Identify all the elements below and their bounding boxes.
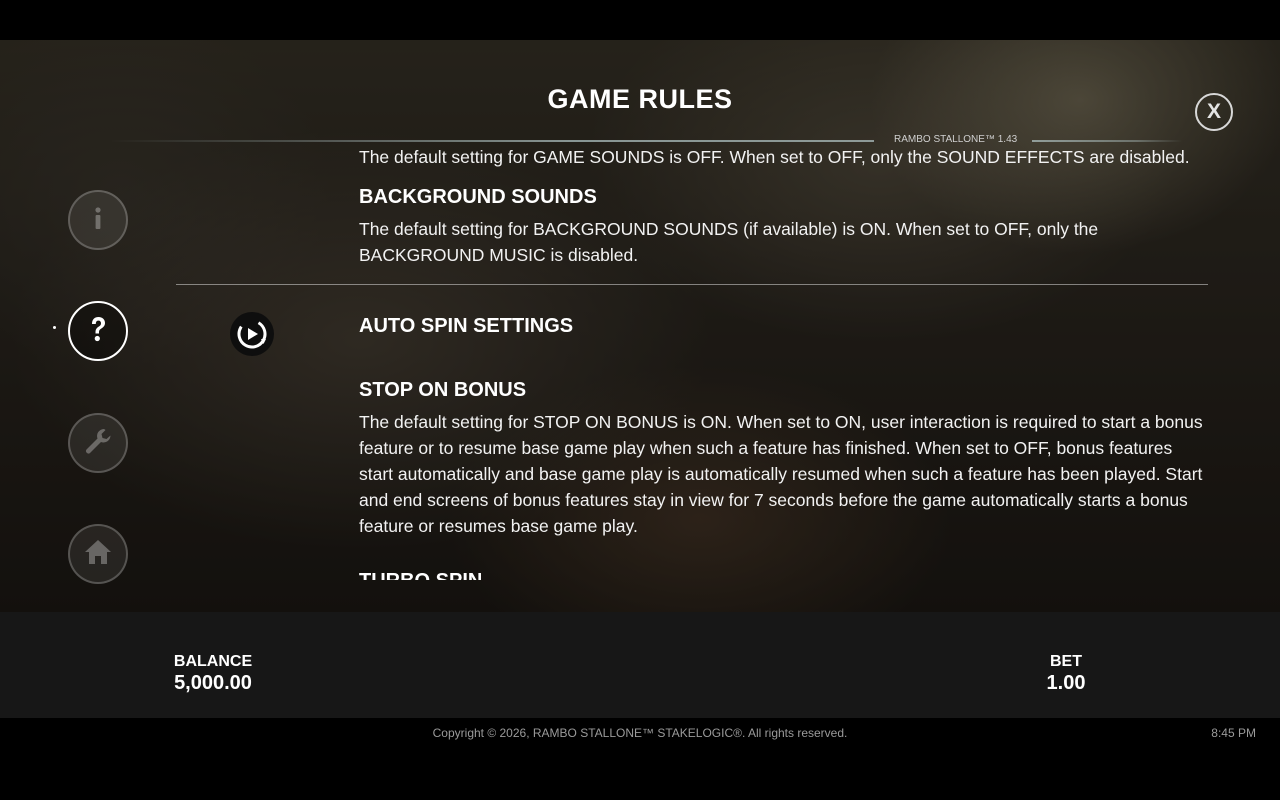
balance-display: BALANCE 5,000.00 <box>148 653 278 695</box>
auto-spin-heading: AUTO SPIN SETTINGS <box>359 315 574 337</box>
clock: 8:45 PM <box>1211 726 1256 740</box>
header-divider-right <box>1032 140 1182 142</box>
close-button[interactable]: X <box>1195 93 1233 131</box>
nav-info-button[interactable] <box>68 190 128 250</box>
bottom-bar: BALANCE 5,000.00 BET 1.00 <box>0 612 1280 718</box>
autospin-icon <box>230 312 274 356</box>
copyright-text: Copyright © 2026, RAMBO STALLONE™ STAKEL… <box>432 726 848 740</box>
game-version: RAMBO STALLONE™ 1.43 <box>894 134 1018 145</box>
info-icon <box>83 203 113 238</box>
balance-label: BALANCE <box>173 653 253 670</box>
turbo-spin-heading: TURBO SPIN <box>359 570 1204 580</box>
background-sounds-heading: BACKGROUND SOUNDS <box>359 186 597 208</box>
background-sounds-text: The default setting for BACKGROUND SOUND… <box>359 219 1099 265</box>
bet-value: 1.00 <box>1046 672 1086 694</box>
question-icon <box>82 313 114 350</box>
nav-settings-button[interactable] <box>68 413 128 473</box>
close-icon: X <box>1206 100 1221 123</box>
nav-home-button[interactable] <box>68 524 128 584</box>
wrench-icon <box>82 425 114 462</box>
nav-help-button[interactable] <box>68 301 128 361</box>
bet-display: BET 1.00 <box>1016 653 1116 695</box>
active-indicator-dot <box>53 326 56 329</box>
page-title: GAME RULES <box>547 84 733 114</box>
stop-on-bonus-text: The default setting for STOP ON BONUS is… <box>359 412 1203 536</box>
bet-label: BET <box>1050 653 1082 670</box>
section-divider <box>176 284 1208 285</box>
home-icon <box>82 536 114 573</box>
header-divider-left <box>110 140 874 142</box>
balance-value: 5,000.00 <box>174 672 252 694</box>
footer: Copyright © 2026, RAMBO STALLONE™ STAKEL… <box>0 718 1280 800</box>
game-sounds-text: The default setting for GAME SOUNDS is O… <box>359 148 1190 167</box>
stop-on-bonus-heading: STOP ON BONUS <box>359 379 527 401</box>
rules-content[interactable]: The default setting for GAME SOUNDS is O… <box>176 148 1208 580</box>
